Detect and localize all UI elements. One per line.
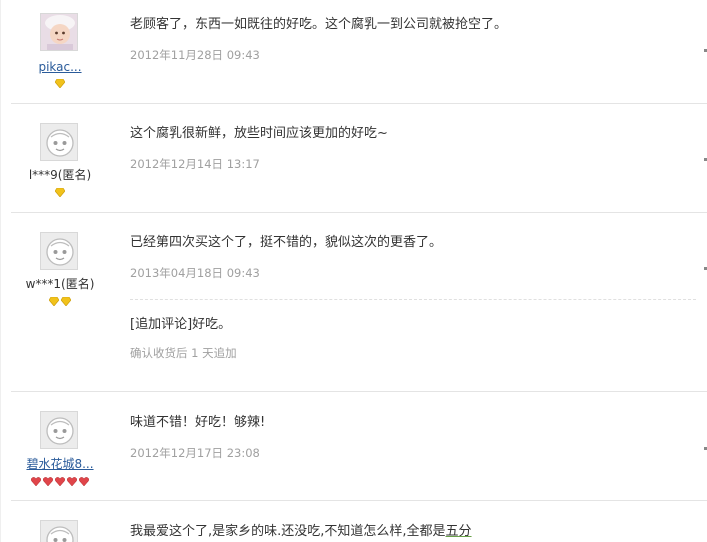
- review-date: 2012年11月28日 09:43: [130, 48, 260, 62]
- review-comment-text: 我最爱这个了,是家乡的味.还没吃,不知道怎么样,全都是: [130, 524, 446, 539]
- red-heart-icon: [55, 477, 65, 486]
- review-item: l***9(匿名) 这个腐乳很新鲜，放些时间应该更加的好吃~ 2012年12月1…: [11, 104, 707, 212]
- default-avatar-icon: [41, 124, 77, 160]
- username: l***9(匿名): [28, 168, 92, 182]
- avatar-default[interactable]: [40, 520, 78, 542]
- red-heart-icon: [79, 477, 89, 486]
- buyer-rank-badges: [11, 187, 109, 197]
- review-item: pikac... 老顾客了，东西一如既往的好吃。这个腐乳一到公司就被抢空了。 2…: [11, 0, 707, 103]
- baby-photo-icon: [41, 14, 77, 50]
- review-comment: 已经第四次买这个了，挺不错的，貌似这次的更香了。: [130, 235, 443, 250]
- review-item: 碧水花城8... 味道不错！好吃！够辣! 2012年12月17日 23:08: [11, 392, 707, 500]
- default-avatar-icon: [41, 233, 77, 269]
- review-date: 2012年12月17日 23:08: [130, 446, 260, 460]
- avatar-default[interactable]: [40, 123, 78, 161]
- username-link[interactable]: 碧水花城8...: [11, 457, 109, 471]
- yellow-diamond-icon: [55, 188, 65, 197]
- append-separator: [130, 299, 696, 300]
- append-note: 确认收货后 1 天追加: [130, 346, 237, 360]
- review-item: 我最爱这个了,是家乡的味.还没吃,不知道怎么样,全都是五分: [11, 501, 707, 542]
- default-avatar-icon: [41, 521, 77, 542]
- yellow-diamond-icon: [55, 79, 65, 88]
- avatar-baby-photo[interactable]: [40, 13, 78, 51]
- buyer-rank-badges: [11, 476, 109, 486]
- review-comment: 我最爱这个了,是家乡的味.还没吃,不知道怎么样,全都是五分: [130, 523, 472, 541]
- left-border-line: [0, 0, 1, 542]
- default-avatar-icon: [41, 412, 77, 448]
- yellow-diamond-icon: [49, 297, 59, 306]
- red-heart-icon: [31, 477, 41, 486]
- buyer-rank-badges: [11, 78, 109, 88]
- review-date: 2013年04月18日 09:43: [130, 266, 260, 280]
- review-comment: 老顾客了，东西一如既往的好吃。这个腐乳一到公司就被抢空了。: [130, 17, 508, 32]
- username-link[interactable]: pikac...: [11, 60, 109, 74]
- yellow-diamond-icon: [61, 297, 71, 306]
- review-item: w***1(匿名) 已经第四次买这个了，挺不错的，貌似这次的更香了。 2013年…: [11, 213, 707, 391]
- username: w***1(匿名): [25, 277, 95, 291]
- buyer-rank-badges: [11, 296, 109, 306]
- avatar-default[interactable]: [40, 232, 78, 270]
- review-date: 2012年12月14日 13:17: [130, 157, 260, 171]
- review-comment: 味道不错！好吃！够辣!: [130, 415, 266, 430]
- red-heart-icon: [67, 477, 77, 486]
- avatar-default[interactable]: [40, 411, 78, 449]
- red-heart-icon: [43, 477, 53, 486]
- review-comment: 这个腐乳很新鲜，放些时间应该更加的好吃~: [130, 126, 388, 141]
- rating-keyword: 五分: [445, 524, 472, 539]
- append-comment: [追加评论]好吃。: [130, 317, 232, 332]
